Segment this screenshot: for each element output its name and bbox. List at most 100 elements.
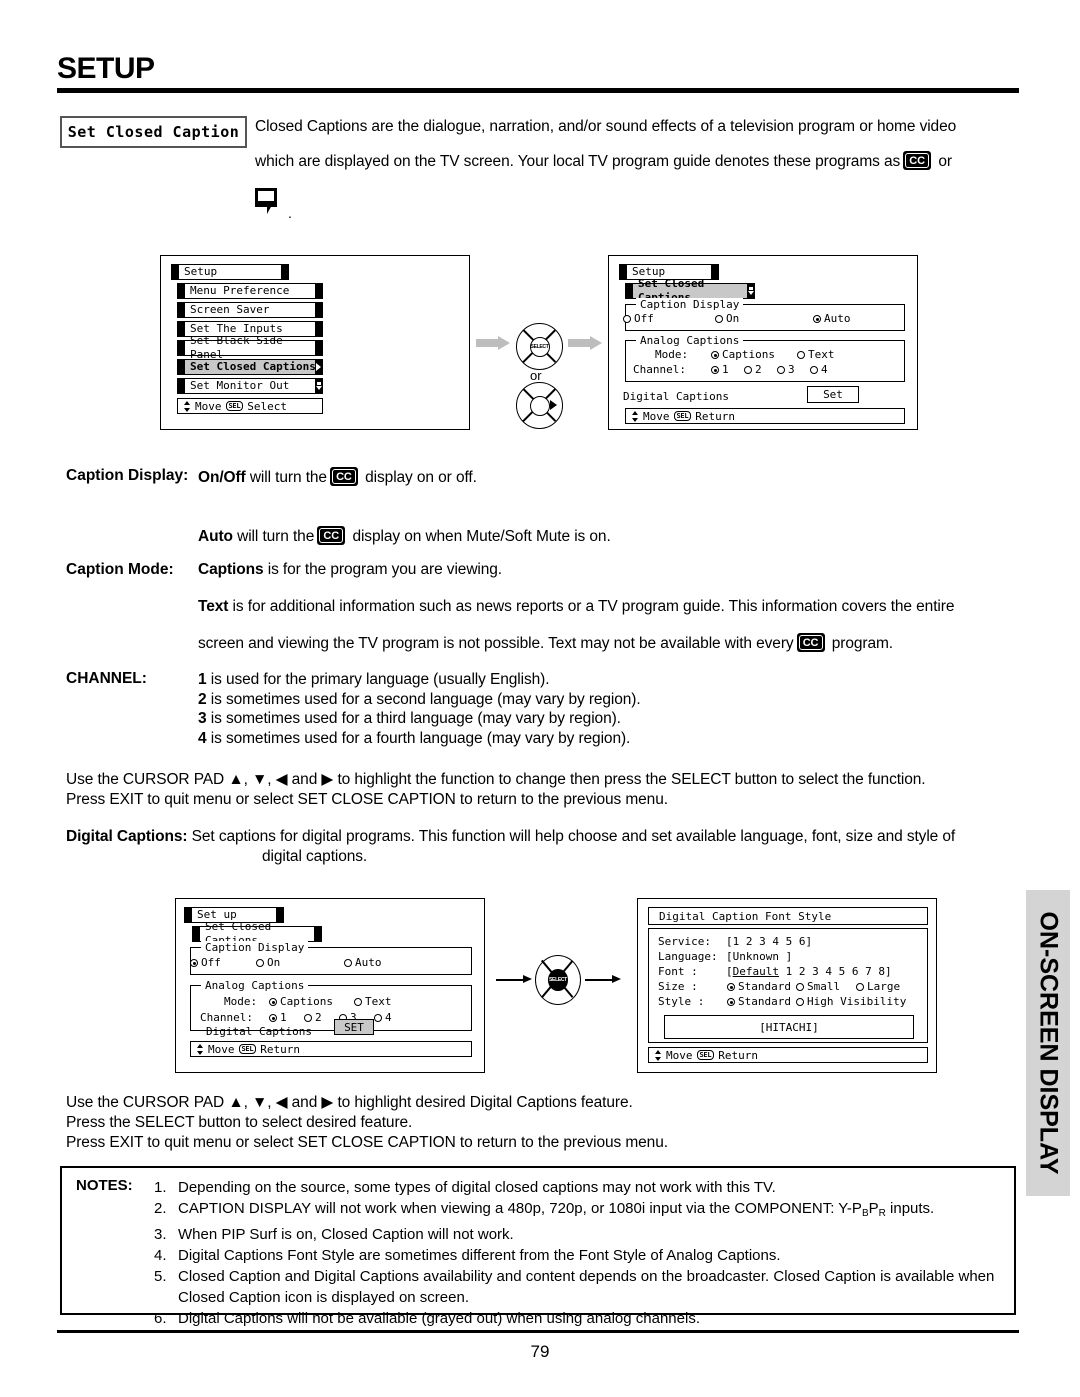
- footer-instruction-3: Press EXIT to quit menu or select SET CL…: [66, 1134, 668, 1151]
- osd-digital-caption-font-style: Digital Caption Font Style Service: [1 2…: [637, 898, 937, 1073]
- set-button[interactable]: Set: [807, 386, 859, 403]
- note-item: 2. CAPTION DISPLAY will not work when vie…: [154, 1200, 935, 1219]
- guide-action-label: Return: [718, 1048, 758, 1062]
- sel-key-icon: SEL: [696, 1050, 715, 1060]
- footer-divider: [57, 1330, 1019, 1333]
- value-font[interactable]: [Default 1 2 3 4 5 6 7 8]: [726, 965, 892, 978]
- radio-icon: [727, 983, 735, 991]
- guide-action-label: Return: [260, 1042, 300, 1056]
- cursor-pad-select-bottom[interactable]: SELECT: [535, 955, 581, 1005]
- radio-channel-3[interactable]: 3: [777, 363, 795, 376]
- label-font: Font :: [658, 965, 698, 978]
- radio-icon: [623, 315, 631, 323]
- title-divider: [57, 88, 1019, 93]
- radio-mode-captions[interactable]: Captions: [711, 348, 775, 361]
- label-style: Style :: [658, 995, 705, 1008]
- radio-caption-display-off[interactable]: Off: [623, 312, 654, 325]
- arrow-right-3: [496, 975, 532, 984]
- radio-channel-2[interactable]: 2: [744, 363, 762, 376]
- radio-icon: [304, 1014, 312, 1022]
- set-closed-caption-label: Set Closed Caption: [67, 123, 240, 141]
- radio-mode-captions-2[interactable]: Captions: [269, 995, 333, 1008]
- value-service[interactable]: [1 2 3 4 5 6]: [726, 935, 812, 948]
- radio-size-small[interactable]: Small: [796, 980, 840, 993]
- radio-size-standard[interactable]: Standard: [727, 980, 791, 993]
- radio-channel-1-2[interactable]: 1: [269, 1011, 287, 1024]
- osd-guide-bar-2: Move SEL Return: [625, 408, 905, 424]
- set-button-2[interactable]: SET: [334, 1019, 374, 1035]
- osd-item-label: Set Monitor Out: [190, 379, 290, 392]
- group-legend: Caption Display: [201, 941, 309, 954]
- osd-item-set-black-side-panel[interactable]: Set Black Side Panel: [177, 334, 323, 361]
- radio-caption-display-on-2[interactable]: On: [256, 956, 280, 969]
- intro-line-2: which are displayed on the TV screen. Yo…: [255, 151, 1019, 171]
- radio-icon: [856, 983, 864, 991]
- cursor-pad-right-top[interactable]: [516, 382, 563, 429]
- radio-caption-display-off-2[interactable]: Off: [190, 956, 221, 969]
- osd-item-menu-preference[interactable]: Menu Preference: [177, 283, 323, 299]
- radio-caption-display-auto-2[interactable]: Auto: [344, 956, 382, 969]
- osd-item-screen-saver[interactable]: Screen Saver: [177, 302, 323, 318]
- radio-channel-1[interactable]: 1: [711, 363, 729, 376]
- captions-text: Captions is for the program you are view…: [198, 561, 503, 578]
- radio-icon: [269, 998, 277, 1006]
- text-mode-line2: screen and viewing the TV program is not…: [198, 633, 893, 653]
- osd-subtitle-set-closed-captions-2[interactable]: Set Closed Captions: [192, 920, 322, 947]
- footer-instruction-1: Use the CURSOR PAD ▲, ▼, ◀ and ▶ to high…: [66, 1094, 633, 1111]
- radio-mode-text-2[interactable]: Text: [354, 995, 392, 1008]
- osd-item-set-closed-captions[interactable]: Set Closed Captions: [177, 359, 323, 375]
- guide-action-label: Return: [695, 409, 735, 423]
- radio-channel-2-2[interactable]: 2: [304, 1011, 322, 1024]
- cc-icon: [903, 151, 932, 170]
- cc-icon: [317, 526, 346, 545]
- radio-icon: [344, 959, 352, 967]
- speech-balloon-icon: [255, 188, 281, 214]
- label-channel: Channel:: [633, 363, 686, 376]
- osd-set-closed-captions: Setup Set Closed Captions Caption Displa…: [608, 255, 918, 430]
- radio-icon: [797, 351, 805, 359]
- label-mode-2: Mode:: [224, 995, 258, 1008]
- channel-item-3: 3 is sometimes used for a third language…: [198, 710, 621, 727]
- radio-style-standard[interactable]: Standard: [727, 995, 791, 1008]
- radio-channel-4-2[interactable]: 4: [374, 1011, 392, 1024]
- arrow-right-4: [585, 975, 621, 984]
- label-language: Language:: [658, 950, 718, 963]
- radio-caption-display-auto[interactable]: Auto: [813, 312, 851, 325]
- intro-line-1: Closed Captions are the dialogue, narrat…: [255, 118, 957, 135]
- caption-display-text: On/Off will turn the display on or off.: [198, 467, 477, 487]
- up-down-arrow-icon: [655, 1049, 662, 1061]
- cursor-pad-select-top[interactable]: SELECT: [516, 323, 563, 370]
- cursor-instruction-2: Press EXIT to quit menu or select SET CL…: [66, 791, 668, 808]
- balloon-period: .: [288, 205, 292, 221]
- label-digital-captions-2: Digital Captions: [206, 1025, 312, 1038]
- radio-style-high-visibility[interactable]: High Visibility: [796, 995, 906, 1008]
- group-legend: Analog Captions: [636, 334, 744, 347]
- osd-item-label: Set Black Side Panel: [190, 334, 283, 361]
- label-channel-2: Channel:: [200, 1011, 253, 1024]
- guide-move-label: Move: [208, 1042, 235, 1056]
- radio-caption-display-on[interactable]: On: [715, 312, 739, 325]
- radio-mode-text[interactable]: Text: [797, 348, 835, 361]
- note-item: 6. Digital Captions will not be available…: [154, 1310, 700, 1327]
- radio-icon: [777, 366, 785, 374]
- sel-key-icon: SEL: [238, 1044, 257, 1054]
- radio-channel-4[interactable]: 4: [810, 363, 828, 376]
- note-item: 3. When PIP Surf is on, Closed Caption wi…: [154, 1226, 514, 1243]
- auto-text: Auto will turn the display on when Mute/…: [198, 526, 611, 546]
- osd-item-set-monitor-out[interactable]: Set Monitor Out: [177, 378, 323, 394]
- osd-subtitle-set-closed-captions[interactable]: Set Closed Captions: [625, 277, 755, 304]
- label-mode: Mode:: [655, 348, 689, 361]
- value-language[interactable]: [Unknown ]: [726, 950, 792, 963]
- notes-label: NOTES:: [76, 1177, 133, 1194]
- radio-icon: [744, 366, 752, 374]
- channel-label: CHANNEL:: [66, 670, 147, 687]
- section-tab-on-screen-display: ON-SCREEN DISPLAY: [1026, 890, 1070, 1196]
- select-button-label-2: SELECT: [548, 969, 568, 991]
- right-arrow-icon: [550, 400, 557, 410]
- label-size: Size :: [658, 980, 698, 993]
- radio-icon: [354, 998, 362, 1006]
- radio-icon: [715, 315, 723, 323]
- osd-title-font-style: Digital Caption Font Style: [648, 907, 928, 925]
- radio-size-large[interactable]: Large: [856, 980, 900, 993]
- guide-move-label: Move: [666, 1048, 693, 1062]
